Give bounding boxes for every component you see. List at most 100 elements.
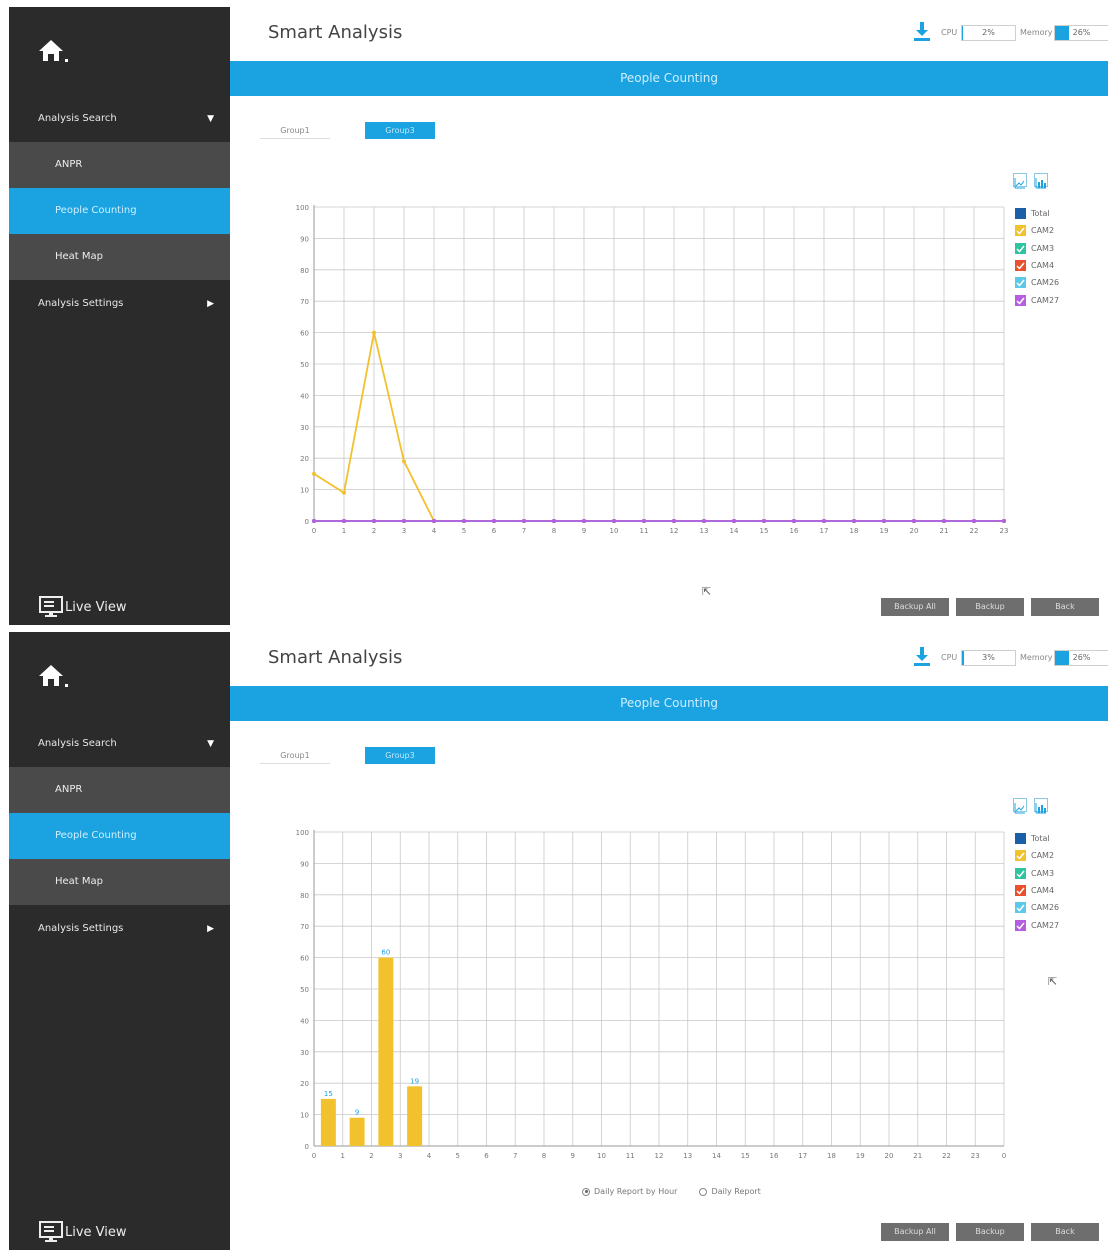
live-view-button[interactable]: Live View	[39, 1220, 127, 1244]
memory-label: Memory	[1020, 28, 1053, 37]
legend-item[interactable]: CAM2	[1015, 222, 1059, 239]
legend-item[interactable]: CAM3	[1015, 865, 1059, 882]
x-tick-label: 11	[640, 527, 649, 535]
data-point	[402, 519, 406, 523]
radio-daily-report-by-hour[interactable]: Daily Report by Hour	[582, 1187, 677, 1196]
legend-item[interactable]: CAM4	[1015, 257, 1059, 274]
data-point	[342, 490, 346, 495]
legend-item[interactable]: Total	[1015, 830, 1059, 847]
sidebar-item-anpr[interactable]: ANPR	[9, 142, 230, 188]
y-tick-label: 10	[300, 1112, 309, 1120]
x-tick-label: 18	[827, 1152, 836, 1160]
sidebar-item-label: People Counting	[55, 205, 137, 216]
report-type-options: Daily Report by Hour Daily Report	[582, 1187, 761, 1196]
menu-analysis-search-label: Analysis Search	[38, 113, 117, 124]
live-view-button[interactable]: Live View	[39, 595, 127, 619]
backup-all-button[interactable]: Backup All	[881, 1223, 949, 1241]
menu-analysis-search[interactable]: Analysis Search ▼	[9, 96, 230, 142]
legend-label: CAM2	[1031, 851, 1055, 861]
caret-down-icon: ▼	[207, 739, 214, 749]
cpu-label: CPU	[941, 28, 958, 37]
bar-data-label: 60	[381, 949, 390, 957]
pointer-icon: ⇱	[1048, 975, 1058, 988]
x-tick-label: 20	[885, 1152, 894, 1160]
sidebar-item-anpr[interactable]: ANPR	[9, 767, 230, 813]
legend-item[interactable]: CAM3	[1015, 240, 1059, 257]
legend-item[interactable]: CAM27	[1015, 291, 1059, 308]
y-tick-label: 60	[300, 955, 309, 963]
legend-item[interactable]: CAM2	[1015, 847, 1059, 864]
legend-item[interactable]: CAM26	[1015, 899, 1059, 916]
x-tick-label: 10	[597, 1152, 606, 1160]
backup-button[interactable]: Backup	[956, 598, 1024, 616]
x-tick-label: 23	[971, 1152, 980, 1160]
data-point	[762, 519, 766, 523]
bar-chart-icon[interactable]	[1034, 798, 1048, 814]
tab-group1[interactable]: Group1	[260, 747, 330, 764]
data-point	[972, 519, 976, 523]
y-tick-label: 80	[300, 892, 309, 900]
legend-item[interactable]: CAM4	[1015, 882, 1059, 899]
sidebar-item-people-counting[interactable]: People Counting	[9, 188, 230, 234]
sidebar-item-people-counting[interactable]: People Counting	[9, 813, 230, 859]
legend-swatch	[1015, 902, 1026, 914]
legend-swatch	[1015, 833, 1026, 845]
download-icon[interactable]	[913, 22, 931, 42]
line-chart-icon[interactable]	[1013, 798, 1027, 814]
cpu-meter: 3%	[961, 650, 1016, 666]
menu-analysis-search[interactable]: Analysis Search ▼	[9, 721, 230, 767]
sidebar-item-heat-map[interactable]: Heat Map	[9, 234, 230, 280]
data-point	[342, 519, 346, 523]
data-point	[312, 471, 316, 476]
legend-label: CAM26	[1031, 903, 1060, 913]
tab-group3[interactable]: Group3	[365, 747, 435, 764]
download-icon[interactable]	[913, 647, 931, 667]
menu-analysis-settings[interactable]: Analysis Settings ▶	[9, 281, 230, 327]
caret-right-icon: ▶	[207, 924, 214, 934]
x-tick-label: 13	[700, 527, 709, 535]
x-tick-label: 3	[402, 527, 406, 535]
x-tick-label: 2	[372, 527, 376, 535]
legend-label: CAM27	[1031, 920, 1060, 930]
tab-group1[interactable]: Group1	[260, 122, 330, 139]
data-point	[882, 519, 886, 523]
legend-item[interactable]: CAM27	[1015, 916, 1059, 933]
data-point	[312, 519, 316, 523]
data-point	[612, 519, 616, 523]
y-tick-label: 30	[300, 424, 309, 432]
x-tick-label: 11	[626, 1152, 635, 1160]
y-tick-label: 50	[300, 361, 309, 369]
legend-swatch	[1015, 294, 1026, 306]
bar-chart-icon[interactable]	[1034, 173, 1048, 189]
bar-data-label: 9	[355, 1109, 359, 1117]
legend-item[interactable]: CAM26	[1015, 274, 1059, 291]
pointer-icon: ⇱	[702, 585, 712, 598]
sidebar-item-label: Heat Map	[55, 251, 104, 262]
sidebar-item-heat-map[interactable]: Heat Map	[9, 859, 230, 905]
back-button[interactable]: Back	[1031, 1223, 1099, 1241]
backup-button[interactable]: Backup	[956, 1223, 1024, 1241]
data-point	[492, 519, 496, 523]
section-banner: People Counting	[230, 686, 1108, 721]
x-tick-label: 6	[492, 527, 497, 535]
radio-daily-report[interactable]: Daily Report	[699, 1187, 761, 1196]
legend-item[interactable]: Total	[1015, 205, 1059, 222]
y-tick-label: 90	[300, 235, 309, 243]
legend-swatch	[1015, 919, 1026, 931]
home-icon[interactable]	[37, 37, 77, 67]
tab-group3[interactable]: Group3	[365, 122, 435, 139]
cpu-fill	[962, 651, 964, 665]
y-tick-label: 20	[300, 1080, 309, 1088]
home-icon[interactable]	[37, 662, 77, 692]
data-point	[462, 519, 466, 523]
back-button[interactable]: Back	[1031, 598, 1099, 616]
data-point	[372, 330, 376, 335]
line-chart-icon[interactable]	[1013, 173, 1027, 189]
x-tick-label: 0	[312, 527, 316, 535]
backup-all-button[interactable]: Backup All	[881, 598, 949, 616]
x-tick-label: 0	[1002, 1152, 1006, 1160]
y-tick-label: 70	[300, 923, 309, 931]
menu-analysis-settings[interactable]: Analysis Settings ▶	[9, 906, 230, 952]
data-point	[852, 519, 856, 523]
cpu-value: 3%	[982, 653, 995, 662]
